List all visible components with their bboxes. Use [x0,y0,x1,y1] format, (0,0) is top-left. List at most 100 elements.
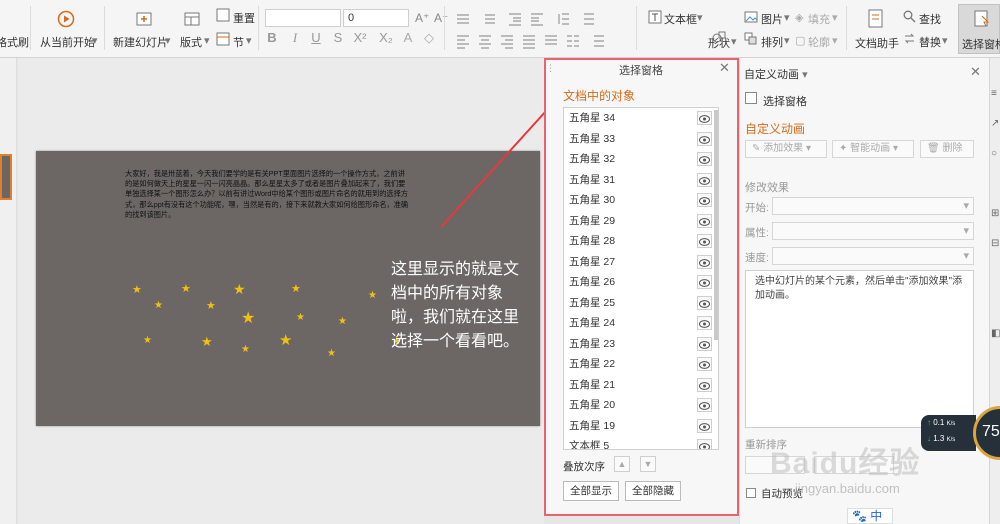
number-list-icon[interactable] [480,10,498,28]
bold-icon[interactable]: B [264,30,280,45]
eye-icon[interactable] [697,172,712,187]
star-shape[interactable]: ★ [233,282,246,296]
network-speed-widget[interactable]: ↑ 0.1 K/s ↓ 1.3 K/s [921,415,976,451]
list-item[interactable]: 五角星 23 [564,334,718,355]
chevron-down-icon[interactable]: ▾ [246,34,252,47]
list-item[interactable]: 五角星 26 [564,272,718,293]
align-right-icon[interactable] [498,32,516,50]
picture-button[interactable]: 图片 [761,11,783,27]
autopreview-checkbox[interactable] [746,488,756,498]
star-shape[interactable]: ★ [279,333,292,348]
indent-decrease-icon[interactable] [506,10,524,28]
slide[interactable]: 大家好，我是卅蓝着，今天我们要学的是有关PPT里面图片选择的一个操作方式，之前讲… [36,151,540,426]
outline-button[interactable]: 轮廓 [808,34,830,50]
picture-icon[interactable] [744,10,758,24]
columns-icon[interactable] [564,32,582,50]
layout-icon[interactable] [183,10,201,28]
list-item[interactable]: 五角星 20 [564,395,718,416]
superscript-icon[interactable]: X² [352,30,368,45]
align-center-icon[interactable] [476,32,494,50]
list-item[interactable]: 五角星 25 [564,293,718,314]
list-item[interactable]: 五角星 22 [564,354,718,375]
star-shape[interactable]: ★ [201,335,213,348]
eye-icon[interactable] [697,398,712,412]
eye-icon[interactable] [697,336,712,351]
list-item[interactable]: 五角星 21 [564,375,718,396]
add-effect-button[interactable]: ✎ 添加效果 ▾ [745,140,827,158]
replace-button[interactable]: 替换 [919,34,941,50]
eye-icon[interactable] [697,316,712,330]
side-tab-icon[interactable]: ○ [991,148,997,159]
distribute-icon[interactable] [542,32,560,50]
fill-icon[interactable]: ◈ [795,11,803,24]
chevron-down-icon[interactable]: ▾ [832,11,838,24]
star-shape[interactable]: ★ [338,317,347,327]
list-item[interactable]: 五角星 32 [564,149,718,170]
smart-animation-button[interactable]: ✦ 智能动画 ▾ [832,140,914,158]
indent-increase-icon[interactable] [528,10,546,28]
section-icon[interactable] [216,32,230,46]
list-item[interactable]: 五角星 19 [564,416,718,437]
grow-font-icon[interactable]: A⁺ [415,11,429,25]
subscript-icon[interactable]: X₂ [378,30,394,45]
ime-indicator[interactable]: 🐾 中 [847,508,893,524]
list-scrollbar[interactable] [714,110,718,340]
star-shape[interactable]: ★ [206,301,216,312]
shrink-font-icon[interactable]: A⁻ [434,11,448,25]
search-icon[interactable] [903,10,916,23]
text-direction-icon[interactable] [580,10,598,28]
side-tab-icon[interactable]: ⊟ [991,238,999,249]
eye-icon[interactable] [697,131,712,146]
star-shape[interactable]: ★ [241,345,250,355]
align-left-icon[interactable] [454,32,472,50]
selection-pane-toolbar-button[interactable]: 选择窗格 [958,4,1000,54]
eye-icon[interactable] [697,152,712,166]
document-helper-icon[interactable] [866,8,886,30]
list-item[interactable]: 五角星 28 [564,231,718,252]
font-family-select[interactable] [265,9,341,27]
animation-pane-title[interactable]: 自定义动画 ▾ [744,66,808,82]
chevron-down-icon[interactable]: ▾ [784,11,790,24]
star-shape[interactable]: ★ [154,301,163,311]
shadow-icon[interactable]: S [330,30,346,45]
start-select[interactable]: ▾ [772,197,974,215]
font-size-select[interactable]: 0 [343,9,409,27]
chevron-down-icon[interactable]: ▾ [942,34,948,47]
list-item[interactable]: 五角星 31 [564,170,718,191]
outline-icon[interactable]: ▢ [795,34,805,47]
eye-icon[interactable] [697,418,712,433]
star-shape[interactable]: ★ [181,284,191,295]
eye-icon[interactable] [697,111,712,125]
fill-button[interactable]: 填充 [808,11,830,27]
star-shape[interactable]: ★ [291,284,301,295]
star-shape[interactable]: ★ [296,313,305,323]
list-item[interactable]: 五角星 27 [564,252,718,273]
shape-button[interactable]: 形状 [708,35,730,51]
reset-icon[interactable] [216,8,230,22]
list-item[interactable]: 五角星 33 [564,129,718,150]
slide-callout-text[interactable]: 这里显示的就是文档中的所有对象啦，我们就在这里选择一个看看吧。 [391,258,521,354]
chevron-down-icon[interactable]: ▾ [697,11,703,24]
list-item[interactable]: 五角星 24 [564,313,718,334]
show-all-button[interactable]: 全部显示 [563,481,619,501]
eye-icon[interactable] [697,377,712,392]
reset-button[interactable]: 重置 [233,10,255,26]
property-select[interactable]: ▾ [772,222,974,240]
eye-icon[interactable] [697,295,712,310]
list-item[interactable]: 五角星 30 [564,190,718,211]
chevron-down-icon[interactable]: ▾ [165,34,171,47]
underline-icon[interactable]: U [308,30,324,45]
align-text-icon[interactable] [590,32,608,50]
hide-all-button[interactable]: 全部隐藏 [625,481,681,501]
textbox-button[interactable]: 文本框 [664,11,697,27]
star-shape[interactable]: ★ [132,285,142,296]
star-shape[interactable]: ★ [143,336,152,346]
layout-button[interactable]: 版式 [180,34,202,50]
list-item[interactable]: 文本框 5 [564,436,718,449]
eye-icon[interactable] [697,234,712,248]
slide-thumbnail-strip[interactable] [0,58,17,524]
chevron-down-icon[interactable]: ▾ [832,34,838,47]
play-icon[interactable] [57,10,75,28]
delete-button[interactable]: 🗑 删除 [920,140,974,158]
side-tab-icon[interactable]: ↗ [991,118,999,129]
